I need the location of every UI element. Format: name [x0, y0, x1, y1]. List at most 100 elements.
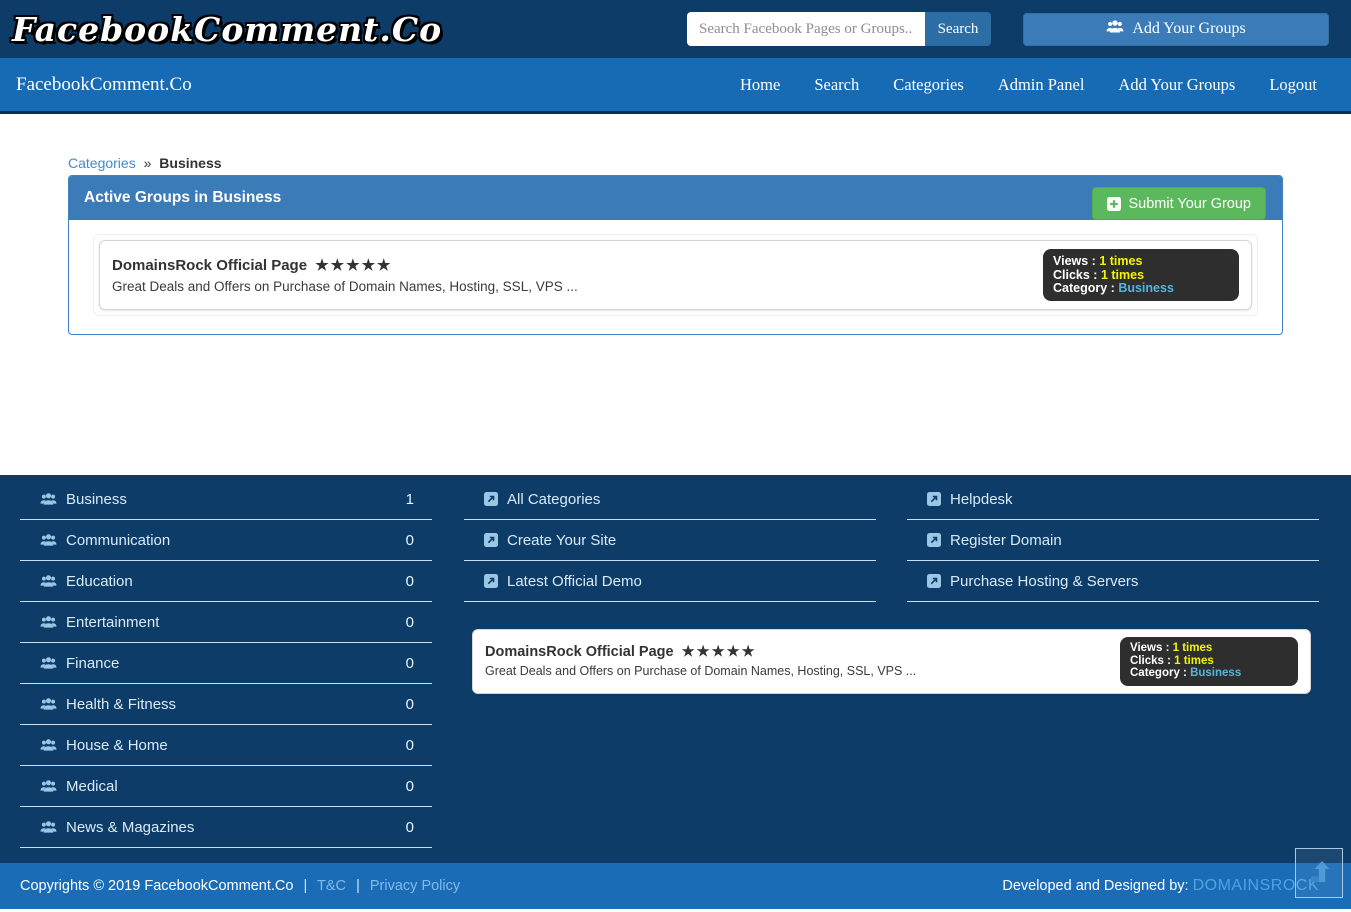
footer-category-medical[interactable]: Medical 0 — [20, 766, 432, 807]
footer-link-register-domain[interactable]: Register Domain — [907, 520, 1319, 561]
site-logo[interactable]: FacebookComment.Co — [12, 10, 442, 49]
footer-category-health-fitness[interactable]: Health & Fitness 0 — [20, 684, 432, 725]
group-card[interactable]: DomainsRock Official Page ★★★★★ Great De… — [99, 240, 1252, 310]
users-icon — [40, 574, 57, 588]
footer-links-left-column: All Categories Create Your Site Latest O… — [464, 479, 876, 602]
footer-link-helpdesk[interactable]: Helpdesk — [907, 479, 1319, 520]
breadcrumb-categories-link[interactable]: Categories — [68, 155, 136, 171]
level-up-arrow-icon — [1305, 858, 1333, 888]
clicks-value: 1 times — [1174, 655, 1214, 667]
external-link-icon — [927, 533, 941, 547]
external-link-icon — [484, 492, 498, 506]
separator: | — [303, 878, 307, 894]
group-title: DomainsRock Official Page ★★★★★ — [112, 256, 578, 274]
copyright-text: Copyrights © 2019 FacebookComment.Co — [20, 878, 293, 894]
footer-link-label: Latest Official Demo — [507, 573, 642, 590]
external-link-icon — [927, 574, 941, 588]
footer-link-label: All Categories — [507, 491, 600, 508]
footer-links-columns: All Categories Create Your Site Latest O… — [464, 479, 1319, 602]
footer-category-house-home[interactable]: House & Home 0 — [20, 725, 432, 766]
group-stats-badge: Views : 1 times Clicks : 1 times Categor… — [1120, 637, 1298, 686]
top-header: FacebookComment.Co Search Add Your Group… — [0, 0, 1351, 58]
footer-category-communication[interactable]: Communication 0 — [20, 520, 432, 561]
external-link-icon — [927, 492, 941, 506]
group-title-text: DomainsRock Official Page — [485, 644, 674, 660]
nav-item-search[interactable]: Search — [814, 75, 859, 95]
search-button[interactable]: Search — [925, 12, 991, 46]
views-label: Views : — [1130, 642, 1169, 654]
footer-link-all-categories[interactable]: All Categories — [464, 479, 876, 520]
footer-category-finance[interactable]: Finance 0 — [20, 643, 432, 684]
separator: | — [356, 878, 360, 894]
group-title-text: DomainsRock Official Page — [112, 257, 307, 274]
users-icon — [40, 656, 57, 670]
category-label: Business — [66, 491, 127, 508]
navbar-brand[interactable]: FacebookComment.Co — [16, 74, 192, 96]
group-description: Great Deals and Offers on Purchase of Do… — [112, 279, 578, 294]
users-icon — [40, 820, 57, 834]
group-info: DomainsRock Official Page ★★★★★ Great De… — [485, 644, 916, 678]
main-navbar: FacebookComment.Co Home Search Categorie… — [0, 58, 1351, 114]
breadcrumb-separator: » — [144, 155, 152, 171]
developed-by-text: Developed and Designed by: — [1002, 878, 1188, 894]
users-icon — [40, 779, 57, 793]
nav-item-add-your-groups[interactable]: Add Your Groups — [1118, 75, 1235, 95]
clicks-value: 1 times — [1101, 268, 1144, 282]
plus-square-icon — [1107, 197, 1121, 211]
nav-item-logout[interactable]: Logout — [1269, 75, 1317, 95]
nav-item-admin-panel[interactable]: Admin Panel — [998, 75, 1085, 95]
nav-item-categories[interactable]: Categories — [893, 75, 964, 95]
scroll-to-top-button[interactable] — [1295, 848, 1343, 898]
developer-credit: Developed and Designed by: DOMAINSROCK — [1002, 877, 1319, 895]
footer-category-education[interactable]: Education 0 — [20, 561, 432, 602]
category-count: 1 — [406, 491, 414, 508]
breadcrumb-current: Business — [159, 155, 221, 171]
footer-link-label: Purchase Hosting & Servers — [950, 573, 1138, 590]
panel-heading: Active Groups in Business Submit Your Gr… — [69, 176, 1282, 220]
group-info: DomainsRock Official Page ★★★★★ Great De… — [112, 256, 578, 294]
submit-your-group-button[interactable]: Submit Your Group — [1092, 187, 1266, 220]
category-label: News & Magazines — [66, 819, 194, 836]
group-card[interactable]: DomainsRock Official Page ★★★★★ Great De… — [472, 629, 1311, 694]
privacy-policy-link[interactable]: Privacy Policy — [370, 878, 460, 894]
views-value: 1 times — [1173, 642, 1213, 654]
users-icon — [40, 738, 57, 752]
footer-link-label: Register Domain — [950, 532, 1062, 549]
group-list: DomainsRock Official Page ★★★★★ Great De… — [93, 234, 1258, 316]
category-value: Business — [1118, 281, 1174, 295]
nav-item-home[interactable]: Home — [740, 75, 780, 95]
search-input[interactable] — [687, 12, 925, 46]
panel-body: DomainsRock Official Page ★★★★★ Great De… — [69, 220, 1282, 334]
footer: Business 1 Communication 0 Education 0 E… — [0, 475, 1351, 863]
category-label: Category : — [1053, 281, 1115, 295]
copyright-text-group: Copyrights © 2019 FacebookComment.Co | T… — [20, 878, 460, 894]
footer-link-latest-official-demo[interactable]: Latest Official Demo — [464, 561, 876, 602]
footer-category-entertainment[interactable]: Entertainment 0 — [20, 602, 432, 643]
category-count: 0 — [406, 532, 414, 549]
rating-stars: ★★★★★ — [682, 644, 757, 660]
footer-link-create-your-site[interactable]: Create Your Site — [464, 520, 876, 561]
users-icon — [40, 533, 57, 547]
users-icon — [1106, 19, 1124, 39]
external-link-icon — [484, 533, 498, 547]
group-stats-badge: Views : 1 times Clicks : 1 times Categor… — [1043, 249, 1239, 301]
category-label: Category : — [1130, 667, 1187, 679]
footer-link-label: Create Your Site — [507, 532, 616, 549]
footer-link-purchase-hosting[interactable]: Purchase Hosting & Servers — [907, 561, 1319, 602]
breadcrumb: Categories » Business — [68, 155, 1283, 171]
submit-your-group-label: Submit Your Group — [1128, 196, 1251, 212]
footer-link-label: Helpdesk — [950, 491, 1013, 508]
users-icon — [40, 697, 57, 711]
clicks-label: Clicks : — [1053, 268, 1097, 282]
group-title: DomainsRock Official Page ★★★★★ — [485, 644, 916, 660]
add-your-groups-button[interactable]: Add Your Groups — [1023, 13, 1329, 46]
group-description: Great Deals and Offers on Purchase of Do… — [485, 664, 916, 678]
category-label: Medical — [66, 778, 118, 795]
nav-menu: Home Search Categories Admin Panel Add Y… — [740, 75, 1335, 95]
footer-category-news-magazines[interactable]: News & Magazines 0 — [20, 807, 432, 848]
add-your-groups-label: Add Your Groups — [1132, 20, 1245, 38]
category-value: Business — [1190, 667, 1241, 679]
footer-category-business[interactable]: Business 1 — [20, 479, 432, 520]
tnc-link[interactable]: T&C — [317, 878, 346, 894]
clicks-label: Clicks : — [1130, 655, 1171, 667]
